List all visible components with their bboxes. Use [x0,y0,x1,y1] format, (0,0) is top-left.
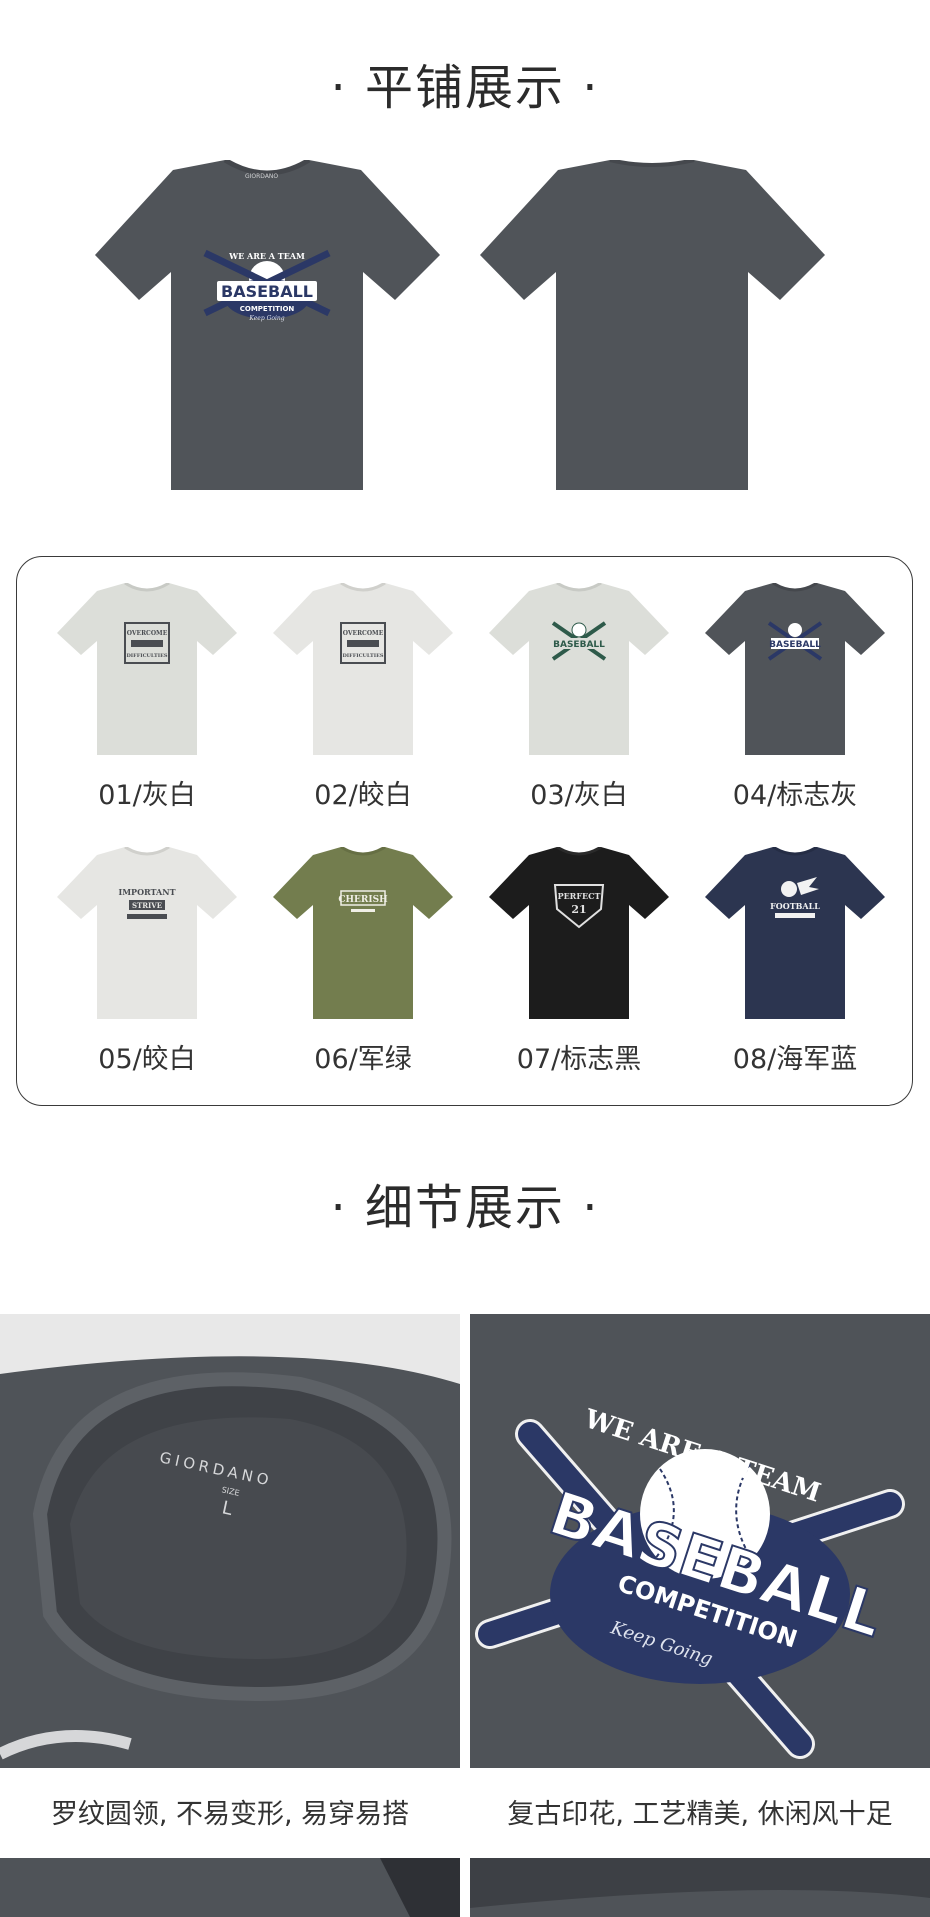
svg-text:PERFECT: PERFECT [558,891,601,901]
section-title-flat: · 平铺展示 · [330,60,600,116]
svg-text:21: 21 [571,903,586,916]
svg-text:DIFFICULTIES: DIFFICULTIES [342,653,383,659]
swatch-label: 05/皎白 [98,1044,196,1075]
swatch-05[interactable]: IMPORTANT STRIVE 05/皎白 [47,847,247,1076]
swatch-07[interactable]: PERFECT 21 07/标志黑 [479,847,679,1076]
tshirt-thumbnail: FOOTBALL [705,847,885,1019]
hero-arc-text: WE ARE A TEAM [228,251,305,261]
tshirt-thumbnail: CHERISH [273,847,453,1019]
tshirt-thumbnail: BASEBALL [489,583,669,755]
color-options-panel: OVERCOME DIFFICULTIES 01/灰白 OVERCOME DIF… [16,556,913,1106]
svg-text:OVERCOME: OVERCOME [127,630,168,637]
swatch-06[interactable]: CHERISH 06/军绿 [263,847,463,1076]
svg-text:BASEBALL: BASEBALL [553,640,605,650]
svg-text:CHERISH: CHERISH [338,895,388,905]
swatch-label: 07/标志黑 [516,1044,642,1075]
tshirt-front-image: GIORDANO WE ARE A TEAM BASEBALL COMPETIT… [95,157,440,505]
svg-text:DIFFICULTIES: DIFFICULTIES [126,653,167,659]
hero-sub-text: COMPETITION [240,305,295,313]
swatch-08[interactable]: FOOTBALL 08/海军蓝 [695,847,895,1076]
swatch-label: 03/灰白 [530,780,628,811]
swatch-label: 06/军绿 [314,1044,412,1075]
caption-collar: 罗纹圆领, 不易变形, 易穿易搭 [50,1799,410,1830]
swatch-label: 01/灰白 [98,780,196,811]
hero-main-text: BASEBALL [221,282,313,301]
caption-print: 复古印花, 工艺精美, 休闲风十足 [507,1799,893,1830]
svg-text:IMPORTANT: IMPORTANT [118,887,175,897]
detail-collar-image: GIORDANO SIZE L [0,1314,460,1768]
swatch-03[interactable]: BASEBALL 03/灰白 [479,583,679,812]
tshirt-thumbnail: BASEBALL [705,583,885,755]
swatch-label: 04/标志灰 [732,780,858,811]
svg-text:BASEBALL: BASEBALL [769,640,821,650]
svg-text:GIORDANO: GIORDANO [245,173,278,180]
section-title-detail: · 细节展示 · [330,1180,600,1236]
svg-text:OVERCOME: OVERCOME [343,630,384,637]
tshirt-thumbnail: IMPORTANT STRIVE [57,847,237,1019]
detail-print-image: WE ARE A TEAM BASEBALL COMPETITION Keep … [470,1314,930,1768]
tshirt-back-image [480,158,825,505]
tshirt-thumbnail: OVERCOME DIFFICULTIES [273,583,453,755]
swatch-01[interactable]: OVERCOME DIFFICULTIES 01/灰白 [47,583,247,812]
swatch-04[interactable]: BASEBALL 04/标志灰 [695,583,895,812]
svg-text:FOOTBALL: FOOTBALL [770,901,820,911]
detail-image-partial-right [470,1858,930,1917]
svg-text:STRIVE: STRIVE [132,901,162,910]
tshirt-thumbnail: PERFECT 21 [489,847,669,1019]
tshirt-thumbnail: OVERCOME DIFFICULTIES [57,583,237,755]
swatch-label: 02/皎白 [314,780,412,811]
swatch-02[interactable]: OVERCOME DIFFICULTIES 02/皎白 [263,583,463,812]
swatch-label: 08/海军蓝 [732,1044,858,1075]
hero-script-text: Keep Going [248,315,284,322]
detail-image-partial-left [0,1858,460,1917]
